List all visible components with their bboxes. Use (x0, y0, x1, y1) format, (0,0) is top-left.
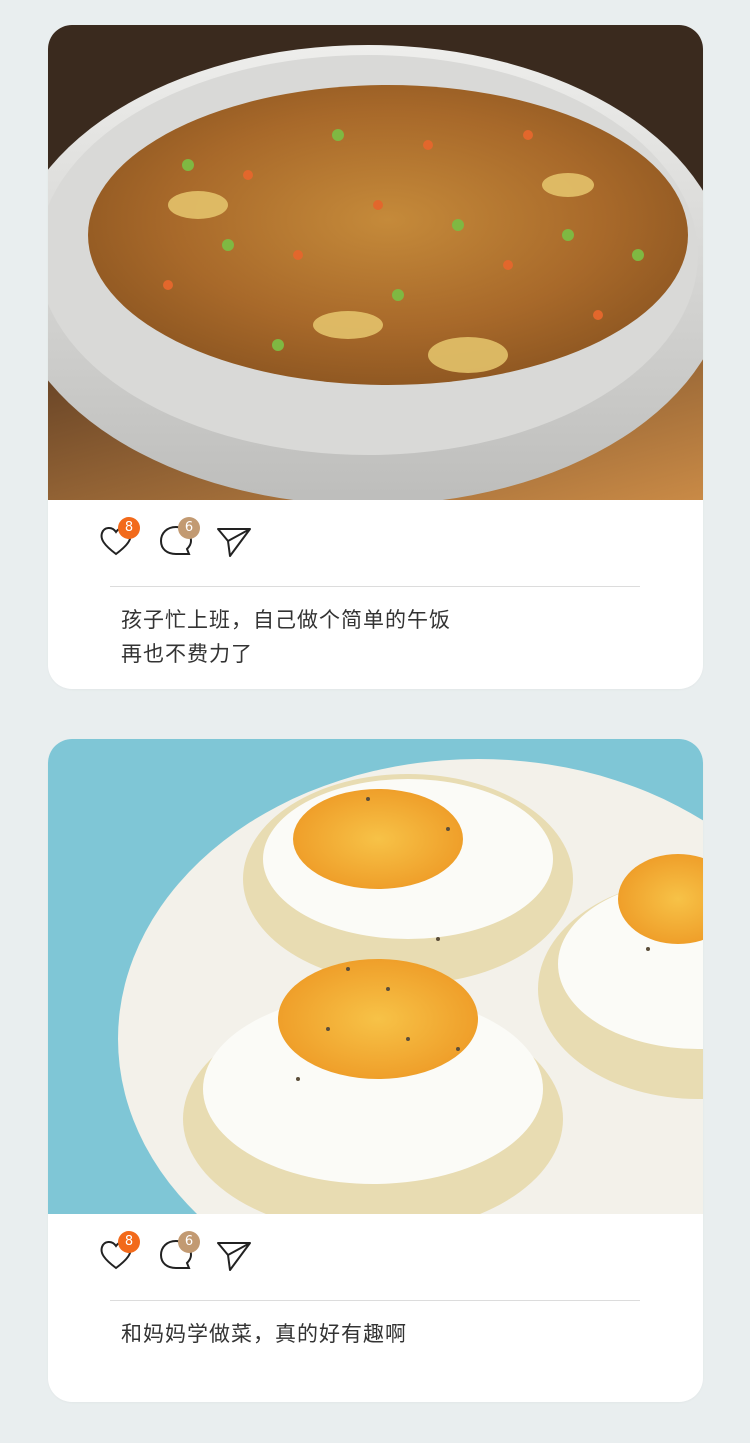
post-card: 8 6 孩子忙上班，自己做个简单的午饭 再也不费力了 (48, 25, 703, 689)
like-count-badge: 8 (118, 517, 140, 539)
fried-rice-photo[interactable] (48, 25, 703, 500)
fried-egg-photo[interactable] (48, 739, 703, 1214)
like-button[interactable]: 8 (98, 517, 140, 559)
comment-button[interactable]: 6 (158, 1231, 200, 1273)
paper-plane-icon (217, 528, 251, 557)
comment-count-badge: 6 (178, 1231, 200, 1253)
like-button[interactable]: 8 (98, 1231, 140, 1273)
post-actions: 8 6 (98, 515, 398, 565)
feed: 8 6 孩子忙上班，自己做个简单的午饭 再也不费力了 8 6 和妈妈学做菜，真的… (0, 0, 750, 1443)
paper-plane-icon (217, 1242, 251, 1271)
like-count-badge: 8 (118, 1231, 140, 1253)
post-actions: 8 6 (98, 1229, 398, 1279)
divider (110, 1300, 640, 1301)
caption-line: 和妈妈学做菜，真的好有趣啊 (121, 1322, 407, 1346)
caption-line: 孩子忙上班，自己做个简单的午饭 (121, 608, 451, 632)
share-button[interactable] (216, 523, 252, 559)
share-button[interactable] (216, 1237, 252, 1273)
post-caption: 和妈妈学做菜，真的好有趣啊 (121, 1317, 641, 1351)
comment-button[interactable]: 6 (158, 517, 200, 559)
comment-count-badge: 6 (178, 517, 200, 539)
post-caption: 孩子忙上班，自己做个简单的午饭 再也不费力了 (121, 603, 641, 671)
post-card: 8 6 和妈妈学做菜，真的好有趣啊 (48, 739, 703, 1402)
caption-line: 再也不费力了 (121, 642, 253, 666)
divider (110, 586, 640, 587)
